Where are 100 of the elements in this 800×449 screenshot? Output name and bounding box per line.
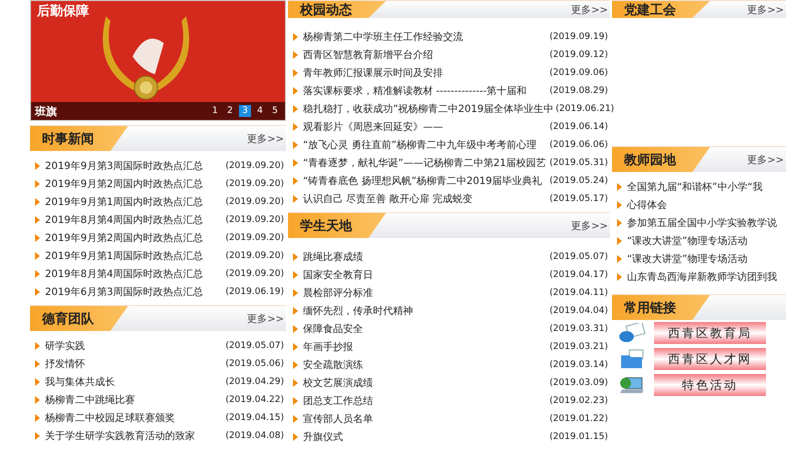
more-link[interactable]: 更多>> [571,2,610,16]
news-date: (2019.09.06) [549,68,609,78]
page-number[interactable]: 5 [269,105,281,117]
page-number[interactable]: 1 [209,105,221,117]
bullet-icon [293,177,298,185]
slide-title: 后勤保障 [37,2,89,20]
news-date: (2019.05.17) [549,194,609,204]
news-link[interactable]: 山东青岛西海岸新教师学访团到我 [627,270,786,284]
news-link[interactable]: 杨柳青二中跳绳比赛 [45,393,224,407]
bullet-icon [35,180,40,188]
link-button[interactable]: 西青区人才网 [654,348,766,370]
news-link[interactable]: 杨柳青二中校园足球联赛颁奖 [45,411,224,425]
laptop-icon [618,375,646,395]
folder-icon [618,349,646,369]
news-date: (2019.09.20) [225,179,285,189]
section-title: 常用链接 [612,295,710,320]
news-date: (2019.06.21) [556,104,616,114]
news-link[interactable]: 2019年9月第3周国际时政热点汇总 [45,159,224,173]
news-date: (2019.09.20) [225,215,285,225]
news-date: (2019.09.12) [549,50,609,60]
bullet-icon [617,183,622,191]
banner-photo[interactable]: 后勤保障 班旗 1 2 3 4 5 [30,0,286,121]
news-link[interactable]: 抒发情怀 [45,357,224,371]
news-date: (2019.03.14) [549,360,609,370]
more-link[interactable]: 更多>> [747,2,786,16]
news-date: (2019.05.07) [549,252,609,262]
news-date: (2019.04.29) [225,377,285,387]
news-link[interactable]: 年画手抄报 [303,340,548,354]
bullet-icon [617,237,622,245]
news-link[interactable]: 升旗仪式 [303,430,548,444]
news-link[interactable]: 2019年8月第4周国内时政热点汇总 [45,213,224,227]
bullet-icon [617,201,622,209]
page-number[interactable]: 3 [239,105,251,117]
news-link[interactable]: 晨检部评分标准 [303,286,548,300]
news-link[interactable]: “放飞心灵 勇往直前”杨柳青二中九年级中考考前心理 [303,138,548,152]
news-link[interactable]: 团总支工作总结 [303,394,548,408]
bullet-icon [35,396,40,404]
news-date: (2019.04.08) [225,431,285,441]
news-link[interactable]: 校文艺展演成绩 [303,376,548,390]
news-link[interactable]: 2019年6月第3周国际时政热点汇总 [45,285,224,299]
bullet-icon [293,141,298,149]
news-link[interactable]: 参加第五届全国中小学实验教学说 [627,216,786,230]
news-date: (2019.01.22) [549,414,609,424]
news-link[interactable]: 关于学生研学实践教育活动的致家 [45,429,224,443]
news-link[interactable]: 落实课标要求，精准解读教材 --------------第十届和 [303,84,548,98]
page-number[interactable]: 4 [254,105,266,117]
news-link[interactable]: 保障食品安全 [303,322,548,336]
news-link[interactable]: 我与集体共成长 [45,375,224,389]
news-link[interactable]: 认识自己 尽责至善 敞开心扉 完成蜕变 [303,192,548,206]
news-link[interactable]: 观看影片《周恩来回延安》—— [303,120,548,134]
news-link[interactable]: 2019年9月第1周国内时政热点汇总 [45,195,224,209]
link-button[interactable]: 特色活动 [654,374,766,396]
news-link[interactable]: 2019年9月第2周国内时政热点汇总 [45,177,224,191]
bullet-icon [293,33,298,41]
news-link[interactable]: 2019年9月第1周国际时政热点汇总 [45,249,224,263]
news-link[interactable]: 西青区智慧教育新增平台介绍 [303,48,548,62]
news-link[interactable]: “铸青春底色 扬理想风帆”杨柳青二中2019届毕业典礼 [303,174,548,188]
news-date: (2019.03.21) [549,342,609,352]
news-link[interactable]: 青年教师汇报课展示时间及安排 [303,66,548,80]
bullet-icon [35,252,40,260]
more-link[interactable]: 更多>> [747,152,786,166]
section-title: 党建工会 [612,1,710,18]
section-title: 德育团队 [30,306,128,331]
news-link[interactable]: “课改大讲堂”物理专场活动 [627,252,786,266]
slide-caption: 班旗 [35,104,57,118]
news-link[interactable]: 2019年8月第4周国际时政热点汇总 [45,267,224,281]
more-link[interactable]: 更多>> [247,312,286,326]
bullet-icon [293,307,298,315]
bullet-icon [293,289,298,297]
news-link[interactable]: 跳绳比赛成绩 [303,250,548,264]
news-date: (2019.08.29) [549,86,609,96]
bullet-icon [293,379,298,387]
news-date: (2019.02.23) [549,396,609,406]
bullet-icon [293,253,298,261]
more-link[interactable]: 更多>> [247,132,286,146]
news-date: (2019.03.31) [549,324,609,334]
bullet-icon [293,415,298,423]
bullet-icon [293,123,298,131]
bullet-icon [293,361,298,369]
news-link[interactable]: 杨柳青第二中学班主任工作经验交流 [303,30,548,44]
news-link[interactable]: 国家安全教育日 [303,268,548,282]
page-number[interactable]: 2 [224,105,236,117]
envelope-icon [618,323,646,343]
news-link[interactable]: 稳扎稳打，收获成功”祝杨柳青二中2019届全体毕业生中 [303,102,554,116]
news-link[interactable]: 研学实践 [45,339,224,353]
news-link[interactable]: “青春逐梦，献礼华诞”——记杨柳青二中第21届校园艺 [303,156,548,170]
more-link[interactable]: 更多>> [571,218,610,232]
news-link[interactable]: 心得体会 [627,198,786,212]
news-link[interactable]: 2019年9月第2周国内时政热点汇总 [45,231,224,245]
news-date: (2019.09.20) [225,197,285,207]
news-date: (2019.01.15) [549,432,609,442]
bullet-icon [293,87,298,95]
news-link[interactable]: 安全疏散演练 [303,358,548,372]
link-button[interactable]: 西青区教育局 [654,322,766,344]
news-link[interactable]: 全国第九届“和谐杯”中小学“我 [627,180,786,194]
news-link[interactable]: “课改大讲堂”物理专场活动 [627,234,786,248]
news-link[interactable]: 宣传部人员名单 [303,412,548,426]
news-date: (2019.05.06) [225,359,285,369]
news-link[interactable]: 缅怀先烈，传承时代精神 [303,304,548,318]
news-date: (2019.05.24) [549,176,609,186]
